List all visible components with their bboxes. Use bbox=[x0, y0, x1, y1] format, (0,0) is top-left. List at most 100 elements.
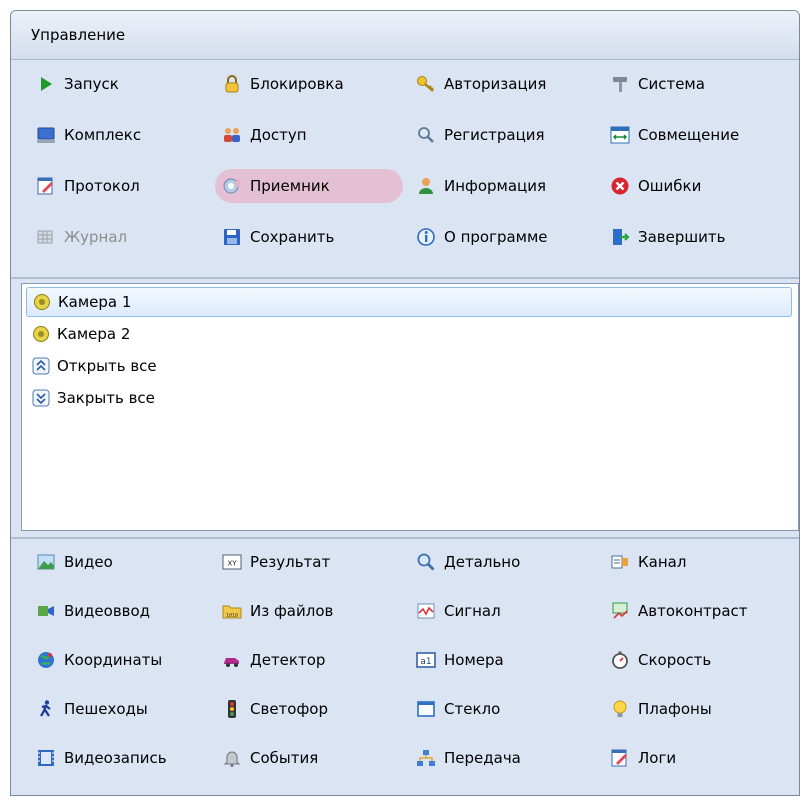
tool-button-label: Запуск bbox=[64, 75, 119, 93]
tool-button[interactable]: Приемник bbox=[215, 169, 403, 203]
hammer-icon bbox=[609, 73, 631, 95]
tool-button[interactable]: Протокол bbox=[29, 169, 215, 203]
control-window: Управление Запуск Блокировка Авторизация Си… bbox=[10, 10, 800, 796]
tool-button[interactable]: a1 Номера bbox=[409, 643, 603, 677]
bottom-divider bbox=[11, 537, 799, 539]
computer-icon bbox=[35, 124, 57, 146]
tool-button[interactable]: 1010 Из файлов bbox=[215, 594, 409, 628]
tool-button-label: Авторизация bbox=[444, 75, 547, 93]
tool-button-label: Сигнал bbox=[444, 602, 501, 620]
magnifier-key-icon bbox=[415, 124, 437, 146]
tool-button[interactable]: Завершить bbox=[603, 220, 799, 254]
tool-button-label: Детально bbox=[444, 553, 521, 571]
window-title: Управление bbox=[31, 26, 126, 44]
tool-button-label: Журнал bbox=[64, 228, 128, 246]
tool-button[interactable]: Ошибки bbox=[603, 169, 799, 203]
svg-text:1010: 1010 bbox=[226, 613, 238, 619]
pedestrian-icon bbox=[35, 698, 57, 720]
top-divider bbox=[11, 277, 799, 279]
tool-button[interactable]: Детально bbox=[409, 545, 603, 579]
stopwatch-icon bbox=[609, 649, 631, 671]
tool-button-label: Светофор bbox=[250, 700, 328, 718]
camera-list[interactable]: Камера 1 Камера 2 Открыть все Закрыть все bbox=[21, 283, 799, 531]
svg-text:a1: a1 bbox=[420, 657, 431, 667]
tool-button[interactable]: Видеозапись bbox=[29, 741, 215, 775]
tool-button-label: Информация bbox=[444, 177, 547, 195]
channel-icon bbox=[609, 551, 631, 573]
tool-button[interactable]: Детектор bbox=[215, 643, 409, 677]
network-transfer-icon bbox=[415, 747, 437, 769]
tool-button-label: Результат bbox=[250, 553, 331, 571]
camera-ball-icon bbox=[31, 291, 53, 313]
person-info-icon bbox=[415, 175, 437, 197]
list-item[interactable]: Закрыть все bbox=[26, 383, 155, 413]
camera-ball-icon bbox=[30, 323, 52, 345]
list-item[interactable]: Камера 2 bbox=[26, 319, 130, 349]
list-item-label: Камера 2 bbox=[57, 325, 131, 343]
tool-button-label: О программе bbox=[444, 228, 548, 246]
tool-button[interactable]: Информация bbox=[409, 169, 603, 203]
tool-button[interactable]: О программе bbox=[409, 220, 603, 254]
tool-button[interactable]: Авторизация bbox=[409, 67, 603, 101]
video-input-icon bbox=[35, 600, 57, 622]
tool-button[interactable]: Автоконтраст bbox=[603, 594, 799, 628]
tool-button-label: Протокол bbox=[64, 177, 140, 195]
tool-button-label: Завершить bbox=[638, 228, 726, 246]
expand-all-icon bbox=[30, 355, 52, 377]
floppy-disk-icon bbox=[221, 226, 243, 248]
tool-button[interactable]: Передача bbox=[409, 741, 603, 775]
tool-button[interactable]: События bbox=[215, 741, 409, 775]
tool-button[interactable]: Логи bbox=[603, 741, 799, 775]
tool-button-label: Приемник bbox=[250, 177, 330, 195]
error-icon bbox=[609, 175, 631, 197]
tool-button[interactable]: Координаты bbox=[29, 643, 215, 677]
tool-button[interactable]: Видео bbox=[29, 545, 215, 579]
tool-button-label: Система bbox=[638, 75, 705, 93]
tool-button-label: Автоконтраст bbox=[638, 602, 748, 620]
list-item[interactable]: Камера 1 bbox=[26, 287, 792, 317]
tool-button[interactable]: Запуск bbox=[29, 67, 215, 101]
tool-button-label: Доступ bbox=[250, 126, 307, 144]
xy-result-icon: XY bbox=[221, 551, 243, 573]
merge-icon bbox=[609, 124, 631, 146]
svg-text:XY: XY bbox=[227, 560, 237, 568]
tool-button-label: Канал bbox=[638, 553, 687, 571]
tool-button[interactable]: Доступ bbox=[215, 118, 409, 152]
plate-number-icon: a1 bbox=[415, 649, 437, 671]
auto-contrast-icon bbox=[609, 600, 631, 622]
key-icon bbox=[415, 73, 437, 95]
title-bar: Управление bbox=[11, 11, 799, 60]
tool-button[interactable]: Пешеходы bbox=[29, 692, 215, 726]
tool-button[interactable]: XY Результат bbox=[215, 545, 409, 579]
tool-button[interactable]: Совмещение bbox=[603, 118, 799, 152]
tool-button[interactable]: Плафоны bbox=[603, 692, 799, 726]
receiver-icon bbox=[221, 175, 243, 197]
tool-button-label: Детектор bbox=[250, 651, 326, 669]
tool-button[interactable]: Канал bbox=[603, 545, 799, 579]
tool-button-label: Из файлов bbox=[250, 602, 334, 620]
tool-button-label: Сохранить bbox=[250, 228, 335, 246]
list-item[interactable]: Открыть все bbox=[26, 351, 157, 381]
tool-button-label: Видео bbox=[64, 553, 113, 571]
tool-button[interactable]: Блокировка bbox=[215, 67, 409, 101]
tool-button[interactable]: Стекло bbox=[409, 692, 603, 726]
tool-button[interactable]: Регистрация bbox=[409, 118, 603, 152]
tool-button[interactable]: Светофор bbox=[215, 692, 409, 726]
tool-button[interactable]: Сохранить bbox=[215, 220, 409, 254]
light-bulb-icon bbox=[609, 698, 631, 720]
top-toolbar: Запуск Блокировка Авторизация Система Компле… bbox=[11, 67, 799, 271]
tool-button[interactable]: Скорость bbox=[603, 643, 799, 677]
tool-button-label: Скорость bbox=[638, 651, 712, 669]
users-icon bbox=[221, 124, 243, 146]
bell-icon bbox=[221, 747, 243, 769]
tool-button-label: Регистрация bbox=[444, 126, 545, 144]
bottom-toolbar: Видео XY Результат Детально Канал Видеоввод 10… bbox=[11, 545, 799, 790]
tool-button[interactable]: Комплекс bbox=[29, 118, 215, 152]
folder-binary-icon: 1010 bbox=[221, 600, 243, 622]
tool-button-label: Передача bbox=[444, 749, 521, 767]
edit-document-icon bbox=[609, 747, 631, 769]
tool-button[interactable]: Сигнал bbox=[409, 594, 603, 628]
tool-button[interactable]: Система bbox=[603, 67, 799, 101]
traffic-light-icon bbox=[221, 698, 243, 720]
tool-button[interactable]: Видеоввод bbox=[29, 594, 215, 628]
